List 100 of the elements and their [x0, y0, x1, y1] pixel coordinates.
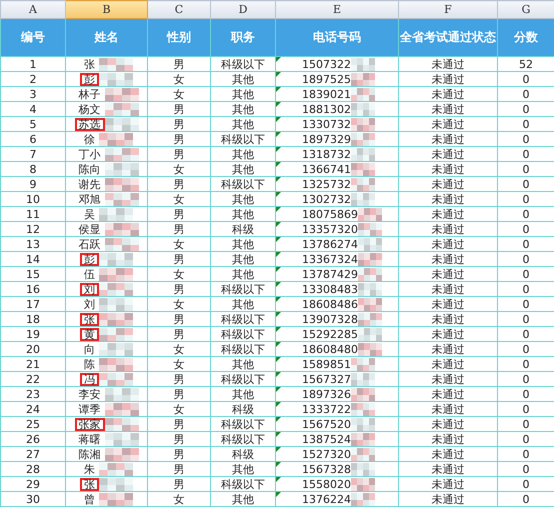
table-cell: 未通过	[398, 492, 498, 506]
table-cell: 16	[0, 282, 66, 296]
corner-triangle-icon	[276, 448, 281, 452]
name-text: 刘	[83, 298, 96, 310]
column-letter[interactable]: C	[148, 0, 210, 18]
phone-text: 18608486	[302, 298, 358, 310]
phone-text: 13907328	[302, 312, 358, 326]
column-letter[interactable]: E	[276, 0, 398, 18]
blur-mosaic	[104, 402, 138, 416]
blur-mosaic	[99, 268, 133, 280]
table-cell: 13	[0, 236, 66, 252]
corner-triangle-icon	[276, 102, 281, 107]
corner-triangle-icon	[276, 268, 281, 272]
blur-mosaic	[104, 432, 138, 446]
table-cell: 12	[0, 222, 66, 236]
table-cell: 0	[498, 222, 554, 236]
table-cell: 0	[498, 326, 554, 342]
table-cell: 未通过	[398, 132, 498, 146]
corner-triangle-icon	[276, 222, 281, 227]
phone-text: 1366741	[302, 162, 351, 176]
phone-text: 13357320	[302, 222, 358, 236]
table-cell: 0	[498, 462, 554, 476]
corner-triangle-icon	[276, 282, 281, 287]
table-cell: 27	[0, 446, 66, 462]
table-cell: 科级以下	[210, 282, 276, 296]
phone-text: 1325732	[302, 178, 351, 190]
table-cell: 未通过	[398, 476, 498, 492]
table-cell: 20	[0, 342, 66, 356]
table-cell: 女	[148, 296, 210, 312]
table-cell: 未通过	[398, 432, 498, 446]
table-cell: 0	[498, 206, 554, 222]
table-cell: 未通过	[398, 372, 498, 386]
table-cell: 其他	[210, 116, 276, 132]
table-cell: 0	[498, 146, 554, 162]
table-cell: 科级以下	[210, 56, 276, 72]
blur-mosaic	[351, 372, 375, 386]
table-cell: 0	[498, 386, 554, 402]
table-cell: 科级以下	[210, 342, 276, 356]
table-cell: 其他	[210, 236, 276, 252]
column-letter[interactable]: G	[498, 0, 554, 18]
phone-text: 15292285	[302, 328, 358, 340]
table-cell: 男	[148, 372, 210, 386]
table-cell: 未通过	[398, 236, 498, 252]
column-letter[interactable]: D	[210, 0, 276, 18]
blur-mosaic	[351, 178, 375, 190]
table-cell: 0	[498, 192, 554, 206]
phone-text: 1881302	[302, 102, 351, 116]
table-cell: 男	[148, 102, 210, 116]
table-cell: 女	[148, 162, 210, 176]
phone-text: 1897525	[302, 72, 351, 86]
table-cell: 0	[498, 176, 554, 192]
phone-text: 1567520	[302, 418, 351, 430]
corner-triangle-icon	[276, 192, 281, 197]
corner-triangle-icon	[276, 148, 281, 152]
table-cell: 男	[148, 252, 210, 266]
header-cell: 电话号码	[276, 18, 398, 56]
table-cell: 女	[148, 192, 210, 206]
blur-mosaic	[99, 298, 133, 310]
table-cell: 0	[498, 266, 554, 282]
blur-mosaic	[99, 208, 133, 220]
table-cell: 7	[0, 146, 66, 162]
blur-mosaic	[351, 118, 375, 130]
table-cell: 0	[498, 416, 554, 432]
column-letter[interactable]: F	[398, 0, 498, 18]
blur-mosaic	[99, 58, 133, 70]
name-text: 杨文	[78, 102, 102, 116]
blur-mosaic	[99, 312, 133, 326]
corner-triangle-icon	[276, 462, 281, 467]
table-cell: 男	[148, 462, 210, 476]
blur-mosaic	[99, 492, 133, 506]
blur-mosaic	[358, 238, 382, 250]
name-text: 蒋曙	[78, 432, 102, 446]
table-cell: 男	[148, 116, 210, 132]
table-cell: 1	[0, 56, 66, 72]
table-cell: 未通过	[398, 356, 498, 372]
blur-mosaic	[99, 358, 133, 370]
table-cell: 科级以下	[210, 132, 276, 146]
blur-mosaic	[104, 448, 138, 460]
column-letter[interactable]: B	[66, 0, 148, 18]
table-cell: 8	[0, 162, 66, 176]
phone-text: 1330732	[302, 118, 351, 130]
corner-triangle-icon	[276, 492, 281, 497]
phone-text: 1589851	[302, 358, 351, 370]
table-cell: 未通过	[398, 282, 498, 296]
table-cell: 未通过	[398, 446, 498, 462]
table-cell: 0	[498, 162, 554, 176]
table-cell: 0	[498, 402, 554, 416]
blur-mosaic	[99, 462, 133, 476]
blur-mosaic	[99, 132, 133, 146]
table-cell: 0	[498, 116, 554, 132]
phone-text: 1387524	[302, 432, 351, 446]
column-letter[interactable]: A	[0, 0, 66, 18]
table-cell: 未通过	[398, 192, 498, 206]
table-cell: 未通过	[398, 402, 498, 416]
table-cell: 男	[148, 222, 210, 236]
table-cell: 其他	[210, 146, 276, 162]
blur-mosaic	[351, 432, 375, 446]
table-cell: 男	[148, 206, 210, 222]
table-cell: 未通过	[398, 206, 498, 222]
name-text: 丁小	[78, 148, 102, 160]
